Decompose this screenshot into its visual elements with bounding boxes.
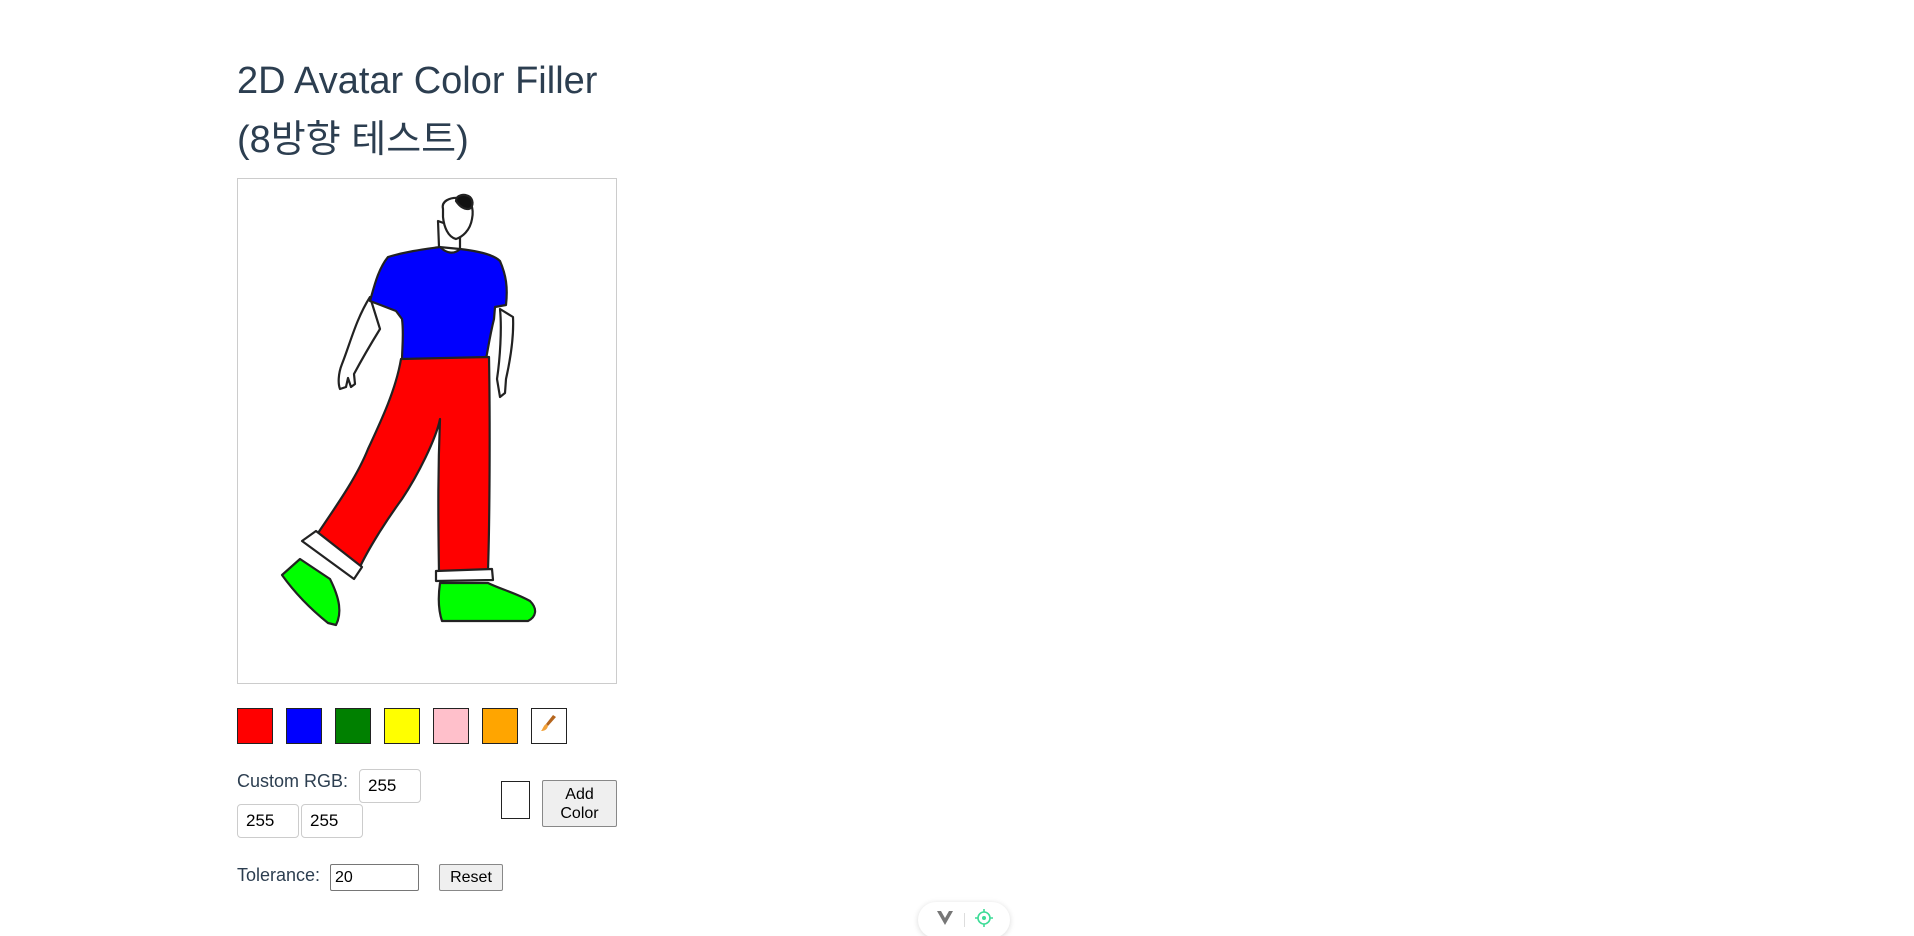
title-line-1: 2D Avatar Color Filler: [237, 60, 598, 102]
swatch-blue[interactable]: [286, 708, 322, 744]
add-color-button[interactable]: Add Color: [542, 780, 617, 827]
swatch-red[interactable]: [237, 708, 273, 744]
swatch-orange[interactable]: [482, 708, 518, 744]
avatar-color-filler-app: 2D Avatar Color Filler (8방향 테스트) Custom …: [237, 52, 619, 894]
vue-devtools-icon[interactable]: [936, 910, 954, 931]
reset-button[interactable]: Reset: [439, 864, 503, 891]
swatch-pink[interactable]: [433, 708, 469, 744]
toolbar-divider: [963, 913, 965, 927]
swatch-yellow[interactable]: [384, 708, 420, 744]
page-title: 2D Avatar Color Filler (8방향 테스트): [237, 52, 619, 170]
add-color-label-2: Color: [560, 804, 599, 822]
rgb-green-input[interactable]: [237, 804, 299, 838]
custom-rgb-label: Custom RGB:: [237, 771, 349, 791]
right-shoe: [437, 581, 537, 623]
tolerance-input[interactable]: [330, 864, 419, 891]
color-palette: [237, 708, 619, 744]
swatch-green[interactable]: [335, 708, 371, 744]
inspect-target-icon[interactable]: [974, 908, 993, 932]
add-color-label-1: Add: [565, 785, 594, 803]
avatar-drawing[interactable]: [238, 179, 616, 683]
tolerance-row: Tolerance: Reset: [237, 864, 619, 894]
shirt: [368, 245, 508, 363]
rgb-red-input[interactable]: [359, 769, 421, 803]
tolerance-label: Tolerance:: [237, 865, 321, 885]
left-shoe: [280, 557, 341, 627]
right-cuff: [434, 567, 495, 583]
avatar-canvas[interactable]: [237, 178, 617, 684]
left-arm: [337, 295, 382, 391]
swatch-eraser[interactable]: [531, 708, 567, 744]
right-arm: [495, 307, 515, 399]
page: 2D Avatar Color Filler (8방향 테스트) Custom …: [0, 0, 1914, 936]
dev-toolbar: [918, 902, 1010, 936]
color-preview-swatch: [501, 781, 530, 819]
custom-rgb-row: Custom RGB: Add Color: [237, 769, 619, 839]
rgb-blue-input[interactable]: [301, 804, 363, 838]
brush-icon: [539, 713, 559, 739]
title-line-2: (8방향 테스트): [237, 119, 469, 161]
